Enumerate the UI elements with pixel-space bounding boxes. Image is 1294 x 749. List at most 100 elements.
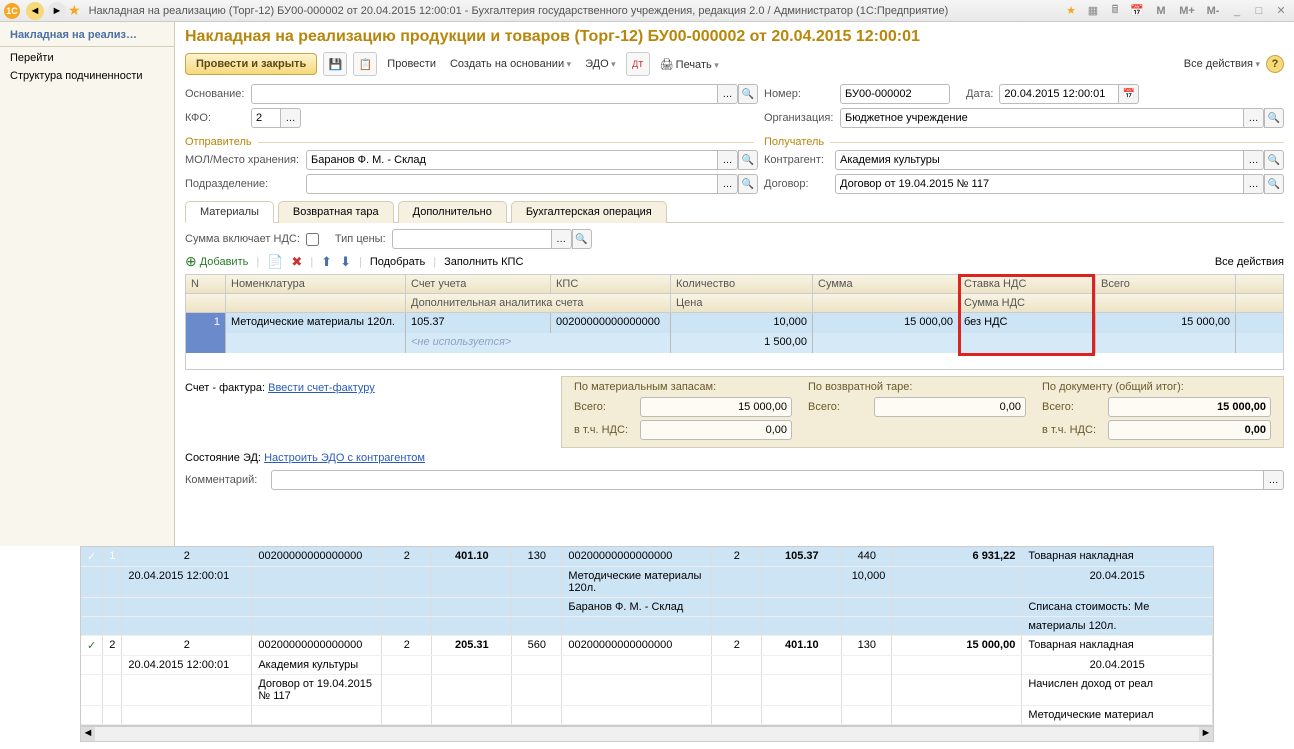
- close-button[interactable]: ✕: [1272, 4, 1290, 17]
- data-calendar[interactable]: 📅: [1119, 84, 1139, 104]
- maximize-button[interactable]: □: [1250, 5, 1268, 17]
- add-row-button[interactable]: Добавить: [185, 253, 248, 270]
- col-acc[interactable]: Счет учета: [406, 275, 551, 293]
- nomer-input[interactable]: [840, 84, 950, 104]
- org-input[interactable]: [840, 108, 1244, 128]
- podr-pick[interactable]: …: [718, 174, 738, 194]
- sum-vat-checkbox[interactable]: [306, 233, 319, 246]
- col-total[interactable]: Всего: [1096, 275, 1236, 293]
- minimize-button[interactable]: _: [1228, 5, 1246, 17]
- mol-pick[interactable]: …: [718, 150, 738, 170]
- fill-kps-button[interactable]: Заполнить КПС: [444, 256, 523, 268]
- grid-row-1b[interactable]: <не используется> 1 500,00: [186, 333, 1283, 353]
- grid-row-1[interactable]: 1 Методические материалы 120л. 105.37 00…: [186, 313, 1283, 333]
- invoice-label: Счет - фактура:: [185, 382, 265, 394]
- col-nom[interactable]: Номенклатура: [226, 275, 406, 293]
- move-down-icon[interactable]: ⬇: [340, 254, 351, 270]
- col-n[interactable]: N: [186, 275, 226, 293]
- receiver-section: Получатель: [764, 136, 824, 148]
- post-close-button[interactable]: Провести и закрыть: [185, 53, 317, 75]
- col-vat[interactable]: Ставка НДС: [959, 275, 1096, 293]
- post-icon[interactable]: 📋: [353, 52, 377, 76]
- col-qty[interactable]: Количество: [671, 275, 813, 293]
- podr-label: Подразделение:: [185, 178, 300, 190]
- back-button[interactable]: ◄: [26, 2, 44, 20]
- comment-pick[interactable]: …: [1264, 470, 1284, 490]
- col-acc2[interactable]: Дополнительная аналитика счета: [406, 294, 671, 312]
- move-up-icon[interactable]: ⬆: [321, 254, 332, 270]
- invoice-link[interactable]: Ввести счет-фактуру: [268, 382, 375, 394]
- kfo-label: КФО:: [185, 112, 245, 124]
- sidebar-item-structure[interactable]: Структура подчиненности: [0, 67, 174, 85]
- dogovor-pick[interactable]: …: [1244, 174, 1264, 194]
- help-button[interactable]: ?: [1266, 55, 1284, 73]
- totals-col3-title: По документу (общий итог):: [1042, 381, 1271, 393]
- nomer-label: Номер:: [764, 88, 834, 100]
- kfo-input[interactable]: [251, 108, 281, 128]
- favorite-icon[interactable]: ★: [68, 2, 81, 19]
- org-label: Организация:: [764, 112, 834, 124]
- background-grid: ✓ 1 2 00200000000000000 2 401.10 130 002…: [80, 546, 1214, 726]
- pick-button[interactable]: Подобрать: [370, 256, 425, 268]
- podr-input[interactable]: [306, 174, 718, 194]
- mol-open[interactable]: 🔍: [738, 150, 758, 170]
- all-actions-button[interactable]: Все действия: [1184, 58, 1260, 70]
- dogovor-open[interactable]: 🔍: [1264, 174, 1284, 194]
- print-button[interactable]: 🖨Печать: [656, 56, 723, 73]
- main-toolbar: Провести и закрыть 💾 📋 Провести Создать …: [185, 52, 1284, 76]
- forward-button[interactable]: ►: [48, 2, 66, 20]
- calendar-icon[interactable]: 📅: [1128, 4, 1146, 17]
- podr-open[interactable]: 🔍: [738, 174, 758, 194]
- grid-all-actions[interactable]: Все действия: [1215, 256, 1284, 268]
- create-on-button[interactable]: Создать на основании: [446, 56, 575, 72]
- save-icon[interactable]: 💾: [323, 52, 347, 76]
- osnovanie-label: Основание:: [185, 88, 245, 100]
- edo-button[interactable]: ЭДО: [581, 56, 620, 72]
- org-open[interactable]: 🔍: [1264, 108, 1284, 128]
- sidebar-item-goto[interactable]: Перейти: [0, 49, 174, 67]
- osnovanie-pick[interactable]: …: [718, 84, 738, 104]
- data-input[interactable]: [999, 84, 1119, 104]
- kontr-pick[interactable]: …: [1244, 150, 1264, 170]
- delete-row-icon[interactable]: ✖: [291, 254, 302, 270]
- bg-row-1[interactable]: ✓ 1 2 00200000000000000 2 401.10 130 002…: [81, 547, 1213, 567]
- sidebar-item-doc[interactable]: Накладная на реализ…: [0, 26, 174, 44]
- favorite2-icon[interactable]: ★: [1062, 4, 1080, 17]
- osnovanie-open[interactable]: 🔍: [738, 84, 758, 104]
- price-type-open[interactable]: 🔍: [572, 229, 592, 249]
- window-title: Накладная на реализацию (Торг-12) БУ00-0…: [89, 5, 1062, 17]
- col-kps[interactable]: КПС: [551, 275, 671, 293]
- ed-state-label: Состояние ЭД:: [185, 452, 261, 464]
- mat-vat: [640, 420, 792, 440]
- tab-accounting[interactable]: Бухгалтерская операция: [511, 201, 667, 223]
- tab-additional[interactable]: Дополнительно: [398, 201, 507, 223]
- m-button[interactable]: M: [1150, 5, 1172, 17]
- osnovanie-input[interactable]: [251, 84, 718, 104]
- m-plus-button[interactable]: M+: [1176, 5, 1198, 17]
- kontr-open[interactable]: 🔍: [1264, 150, 1284, 170]
- mol-input[interactable]: [306, 150, 718, 170]
- tare-total: [874, 397, 1026, 417]
- m-minus-button[interactable]: M-: [1202, 5, 1224, 17]
- org-pick[interactable]: …: [1244, 108, 1264, 128]
- col-sum[interactable]: Сумма: [813, 275, 959, 293]
- price-type-pick[interactable]: …: [552, 229, 572, 249]
- kontr-input[interactable]: [835, 150, 1244, 170]
- col-vat-sum[interactable]: Сумма НДС: [959, 294, 1096, 312]
- col-price[interactable]: Цена: [671, 294, 813, 312]
- h-scrollbar[interactable]: ◄ ►: [80, 726, 1214, 742]
- price-type-input[interactable]: [392, 229, 552, 249]
- tab-materials[interactable]: Материалы: [185, 201, 274, 223]
- dogovor-input[interactable]: [835, 174, 1244, 194]
- ed-state-link[interactable]: Настроить ЭДО с контрагентом: [264, 452, 425, 464]
- grid-icon[interactable]: ▦: [1084, 4, 1102, 17]
- tab-return-tare[interactable]: Возвратная тара: [278, 201, 394, 223]
- bg-row-2[interactable]: ✓ 2 2 00200000000000000 2 205.31 560 002…: [81, 636, 1213, 656]
- post-button[interactable]: Провести: [383, 56, 440, 72]
- titlebar: 1C ◄ ► ★ Накладная на реализацию (Торг-1…: [0, 0, 1294, 22]
- kfo-pick[interactable]: …: [281, 108, 301, 128]
- copy-row-icon[interactable]: 📄: [267, 254, 283, 270]
- dt-kt-icon[interactable]: Дт: [626, 52, 650, 76]
- comment-input[interactable]: [271, 470, 1264, 490]
- calc-icon[interactable]: 🖩: [1106, 1, 1124, 20]
